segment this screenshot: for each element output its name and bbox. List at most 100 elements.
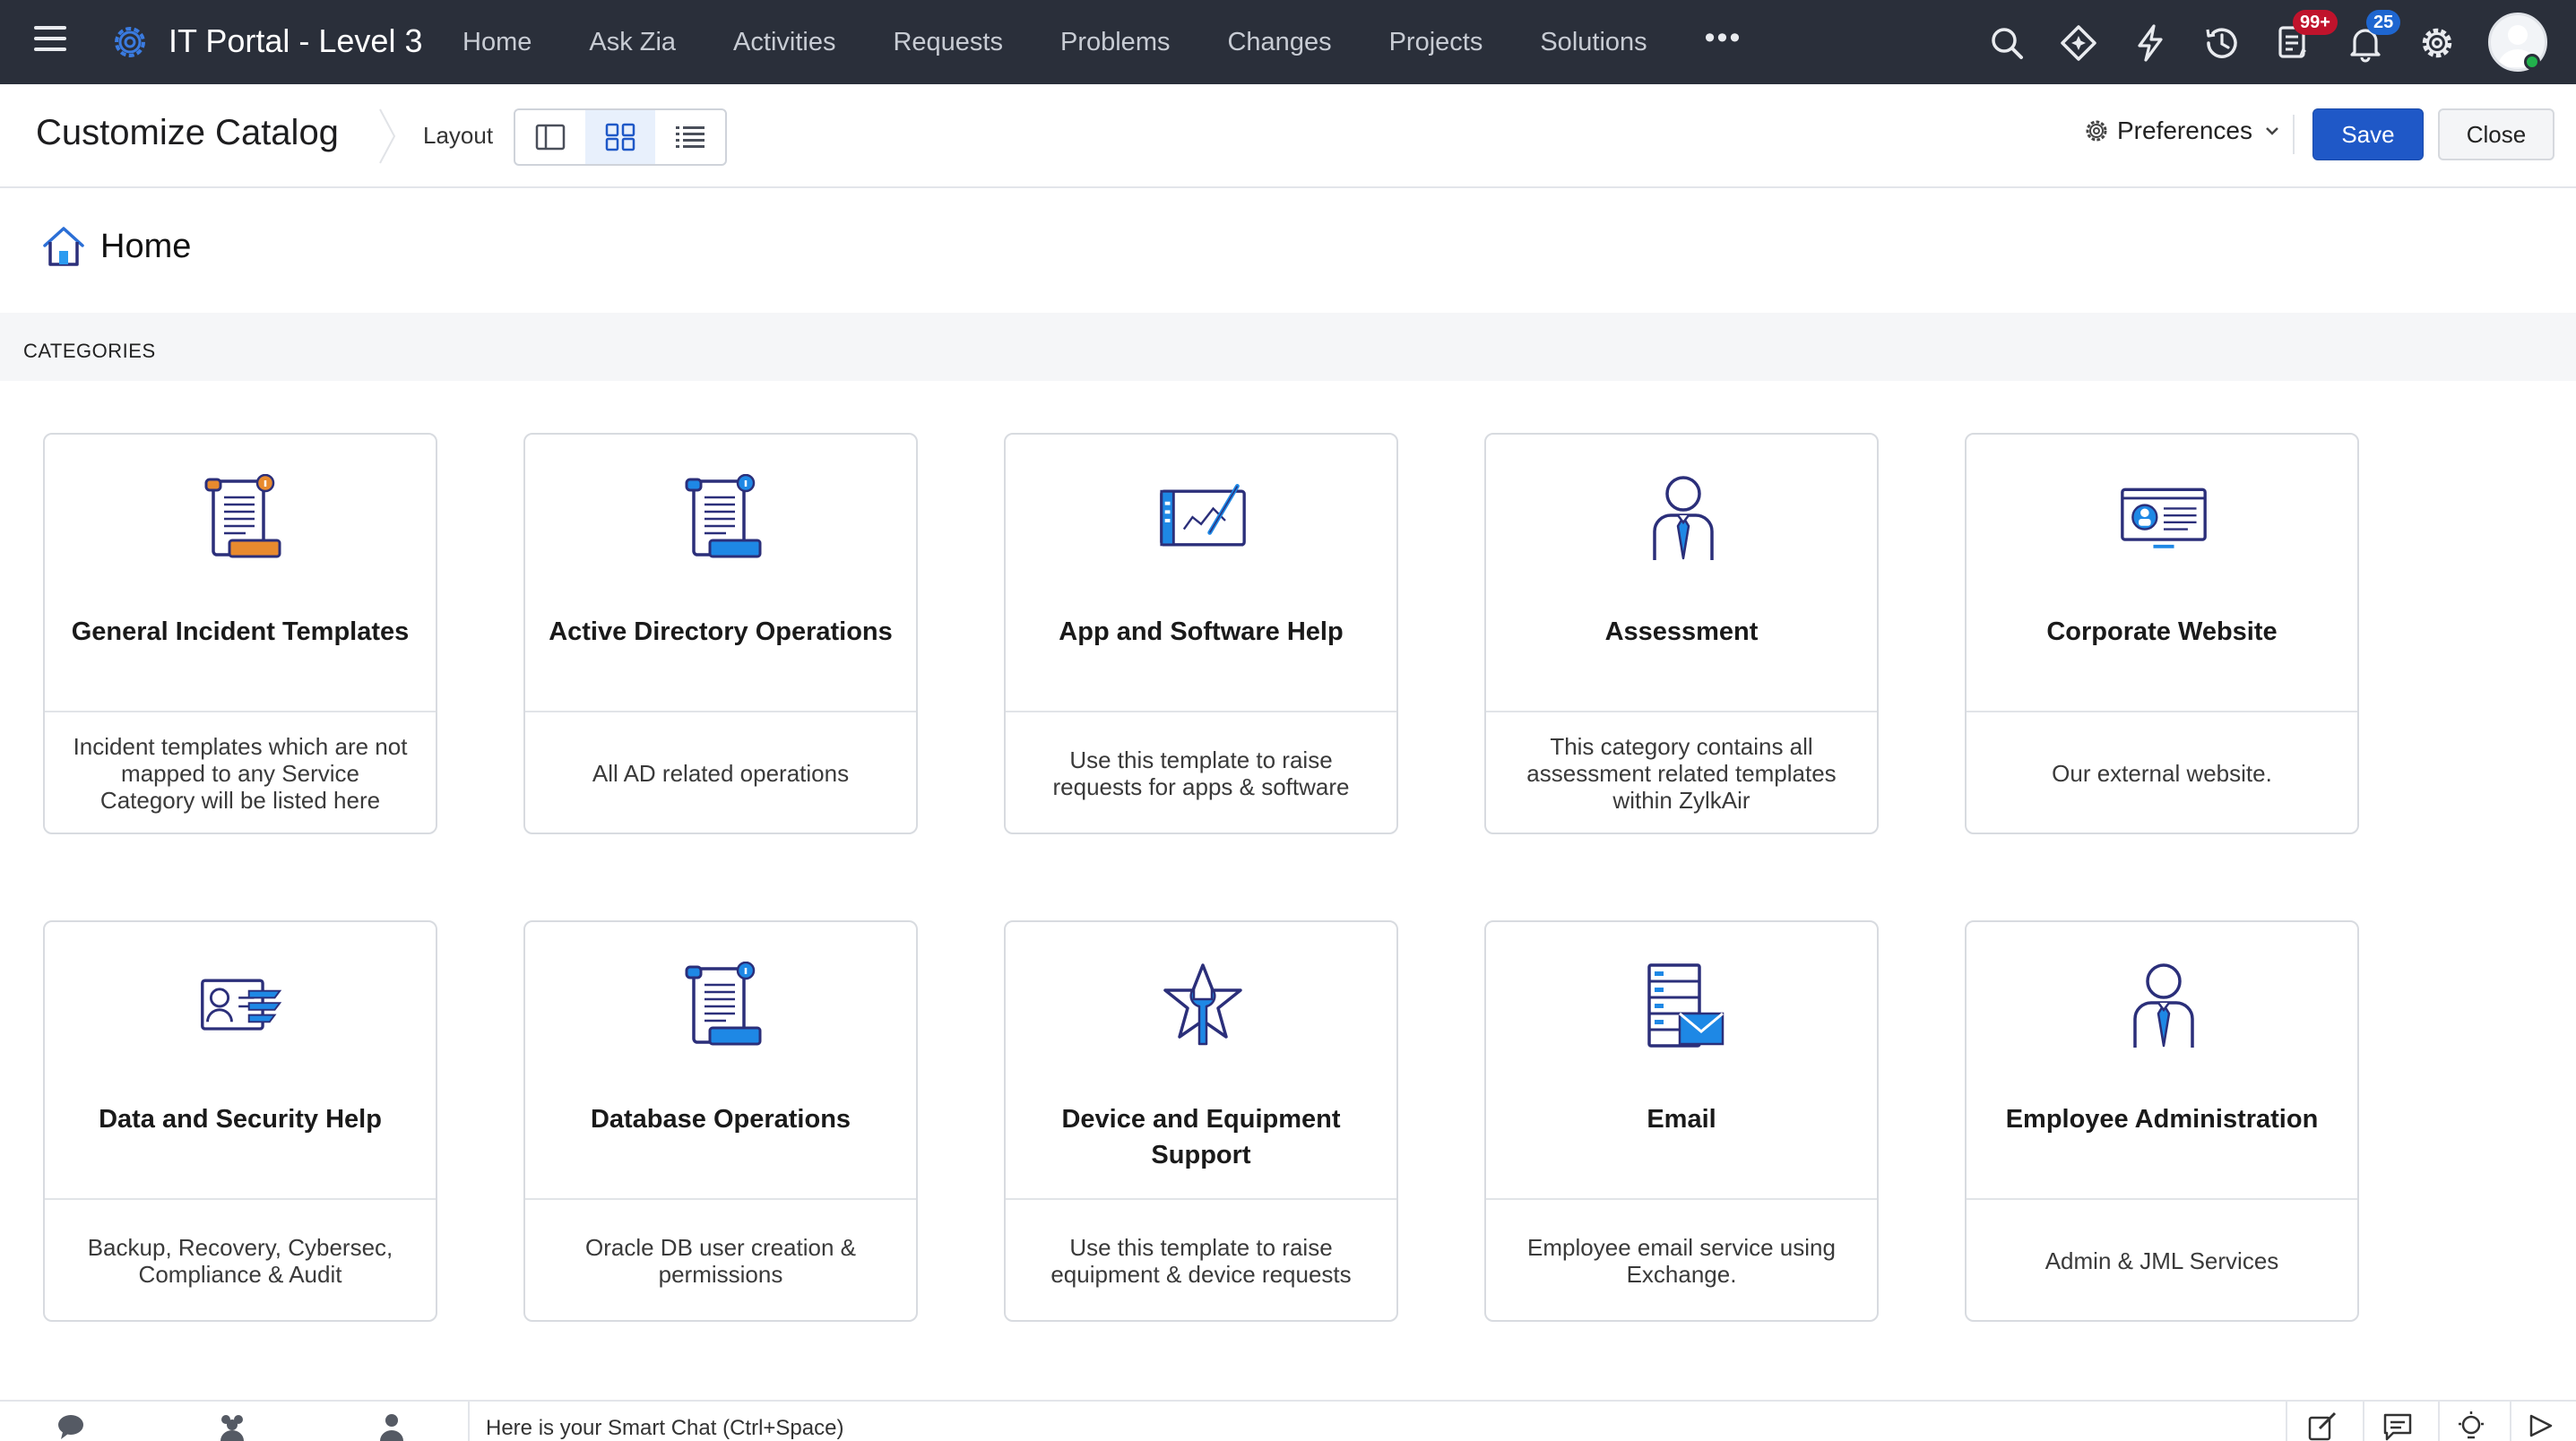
list-layout-icon bbox=[676, 126, 705, 148]
chevron-down-icon bbox=[2266, 127, 2278, 135]
security-card-icon bbox=[201, 979, 282, 1031]
card-title: Assessment bbox=[1604, 617, 1759, 646]
card-title: Corporate Website bbox=[2046, 617, 2278, 646]
home-icon bbox=[43, 227, 84, 266]
layout-panel-button[interactable] bbox=[515, 110, 585, 164]
category-card[interactable]: General Incident Templates Incident temp… bbox=[43, 433, 437, 834]
card-description: Admin & JML Services bbox=[2044, 1247, 2279, 1274]
category-card[interactable]: Database Operations Oracle DB user creat… bbox=[523, 920, 918, 1322]
category-card[interactable]: Corporate Website Our external website. bbox=[1965, 433, 2359, 834]
card-title: General Incident Templates bbox=[71, 617, 410, 646]
panel-layout-icon bbox=[535, 124, 566, 151]
breadcrumb: Home bbox=[41, 224, 191, 269]
card-title: Active Directory Operations bbox=[549, 617, 893, 646]
nav-projects[interactable]: Projects bbox=[1389, 28, 1483, 57]
card-header: App and Software Help bbox=[1006, 435, 1396, 712]
card-title: Database Operations bbox=[590, 1105, 851, 1134]
preferences-gear-icon bbox=[2086, 120, 2107, 142]
category-card[interactable]: Device and Equipment Support Use this te… bbox=[1004, 920, 1398, 1322]
layout-list-button[interactable] bbox=[655, 110, 725, 164]
history-icon[interactable] bbox=[2196, 17, 2248, 69]
bottom-divider bbox=[468, 1402, 470, 1441]
card-header: Employee Administration bbox=[1967, 922, 2357, 1200]
nav-requests[interactable]: Requests bbox=[893, 28, 1003, 57]
scroll-icon bbox=[685, 474, 762, 558]
search-icon[interactable] bbox=[1981, 17, 2033, 69]
card-header: Corporate Website bbox=[1967, 435, 2357, 712]
layout-label: Layout bbox=[423, 122, 494, 149]
card-description: Oracle DB user creation & permissions bbox=[584, 1234, 856, 1288]
card-description: Employee email service using Exchange. bbox=[1527, 1234, 1836, 1288]
card-title: Employee Administration bbox=[2005, 1105, 2319, 1134]
settings-icon[interactable] bbox=[2411, 17, 2463, 69]
category-card[interactable]: App and Software Help Use this template … bbox=[1004, 433, 1398, 834]
more-nav-button[interactable]: ••• bbox=[1705, 21, 1742, 56]
scroll-icon bbox=[204, 474, 281, 558]
breadcrumb-home[interactable]: Home bbox=[100, 228, 191, 266]
smart-chat-input[interactable]: Here is your Smart Chat (Ctrl+Space) bbox=[486, 1416, 843, 1441]
notifications-badge: 25 bbox=[2366, 10, 2401, 35]
card-header: General Incident Templates bbox=[45, 435, 436, 712]
nav-changes[interactable]: Changes bbox=[1227, 28, 1331, 57]
menu-icon[interactable] bbox=[34, 26, 66, 58]
category-card[interactable]: Employee Administration Admin & JML Serv… bbox=[1965, 920, 2359, 1322]
nav-ask-zia[interactable]: Ask Zia bbox=[589, 28, 676, 57]
nav-problems[interactable]: Problems bbox=[1060, 28, 1171, 57]
category-card[interactable]: Assessment This category contains all as… bbox=[1484, 433, 1879, 834]
notifications-icon[interactable]: 25 bbox=[2339, 10, 2401, 69]
save-button[interactable]: Save bbox=[2312, 108, 2424, 160]
chats-icon[interactable] bbox=[56, 1411, 86, 1441]
categories-heading: CATEGORIES bbox=[23, 340, 156, 362]
portal-gear-icon bbox=[115, 27, 145, 57]
wrench-star-icon bbox=[1163, 963, 1242, 1046]
separator-chevron-icon bbox=[379, 108, 396, 164]
preferences-label: Preferences bbox=[2117, 116, 2252, 144]
layout-grid-button[interactable] bbox=[585, 110, 655, 164]
grid-layout-icon bbox=[605, 123, 635, 151]
layout-toggle-group bbox=[514, 108, 727, 166]
card-description: This category contains all assessment re… bbox=[1526, 733, 1837, 814]
bottom-divider bbox=[2363, 1402, 2364, 1441]
quick-actions-icon[interactable] bbox=[2124, 17, 2176, 69]
categories-header: CATEGORIES bbox=[0, 313, 2576, 381]
card-description: Use this template to raise equipment & d… bbox=[1050, 1234, 1352, 1288]
scroll-icon bbox=[685, 962, 762, 1046]
bottom-bar: Here is your Smart Chat (Ctrl+Space) bbox=[0, 1400, 2576, 1441]
card-description: Backup, Recovery, Cybersec, Compliance &… bbox=[87, 1234, 393, 1288]
channels-icon[interactable] bbox=[217, 1411, 247, 1441]
category-card[interactable]: Active Directory Operations All AD relat… bbox=[523, 433, 918, 834]
bottom-divider bbox=[2510, 1402, 2511, 1441]
card-header: Database Operations bbox=[525, 922, 916, 1200]
portal-title[interactable]: IT Portal - Level 3 bbox=[169, 20, 422, 63]
nav-solutions[interactable]: Solutions bbox=[1540, 28, 1647, 57]
nav-home[interactable]: Home bbox=[462, 28, 532, 57]
person-icon bbox=[1653, 476, 1714, 560]
card-header: Active Directory Operations bbox=[525, 435, 916, 712]
zia-icon[interactable] bbox=[2053, 17, 2105, 69]
top-navigation-bar: IT Portal - Level 3 Home Ask Zia Activit… bbox=[0, 0, 2576, 84]
preferences-dropdown[interactable]: Preferences bbox=[2083, 116, 2283, 145]
toolbar-divider bbox=[2293, 115, 2295, 154]
online-status-dot bbox=[2524, 54, 2540, 70]
category-card[interactable]: Email Employee email service using Excha… bbox=[1484, 920, 1879, 1322]
close-button[interactable]: Close bbox=[2438, 108, 2554, 160]
card-header: Assessment bbox=[1486, 435, 1877, 712]
person-icon bbox=[2133, 963, 2194, 1048]
nav-activities[interactable]: Activities bbox=[733, 28, 835, 57]
contacts-icon[interactable] bbox=[376, 1411, 407, 1441]
tasks-icon[interactable]: 99+ bbox=[2268, 10, 2338, 69]
website-icon bbox=[2121, 488, 2207, 548]
message-icon[interactable] bbox=[2382, 1411, 2413, 1441]
bottom-divider bbox=[2438, 1402, 2440, 1441]
tasks-badge: 99+ bbox=[2293, 10, 2338, 35]
card-description: All AD related operations bbox=[592, 760, 850, 787]
lightbulb-icon[interactable] bbox=[2456, 1411, 2486, 1441]
category-card[interactable]: Data and Security Help Backup, Recovery,… bbox=[43, 920, 437, 1322]
card-title: Data and Security Help bbox=[99, 1105, 382, 1134]
main-nav: Home Ask Zia Activities Requests Problem… bbox=[462, 0, 1742, 84]
card-header: Data and Security Help bbox=[45, 922, 436, 1200]
expand-panel-icon[interactable] bbox=[2528, 1411, 2558, 1441]
card-description: Incident templates which are not mapped … bbox=[73, 733, 408, 814]
card-title: App and Software Help bbox=[1059, 617, 1344, 646]
compose-icon[interactable] bbox=[2307, 1411, 2338, 1441]
